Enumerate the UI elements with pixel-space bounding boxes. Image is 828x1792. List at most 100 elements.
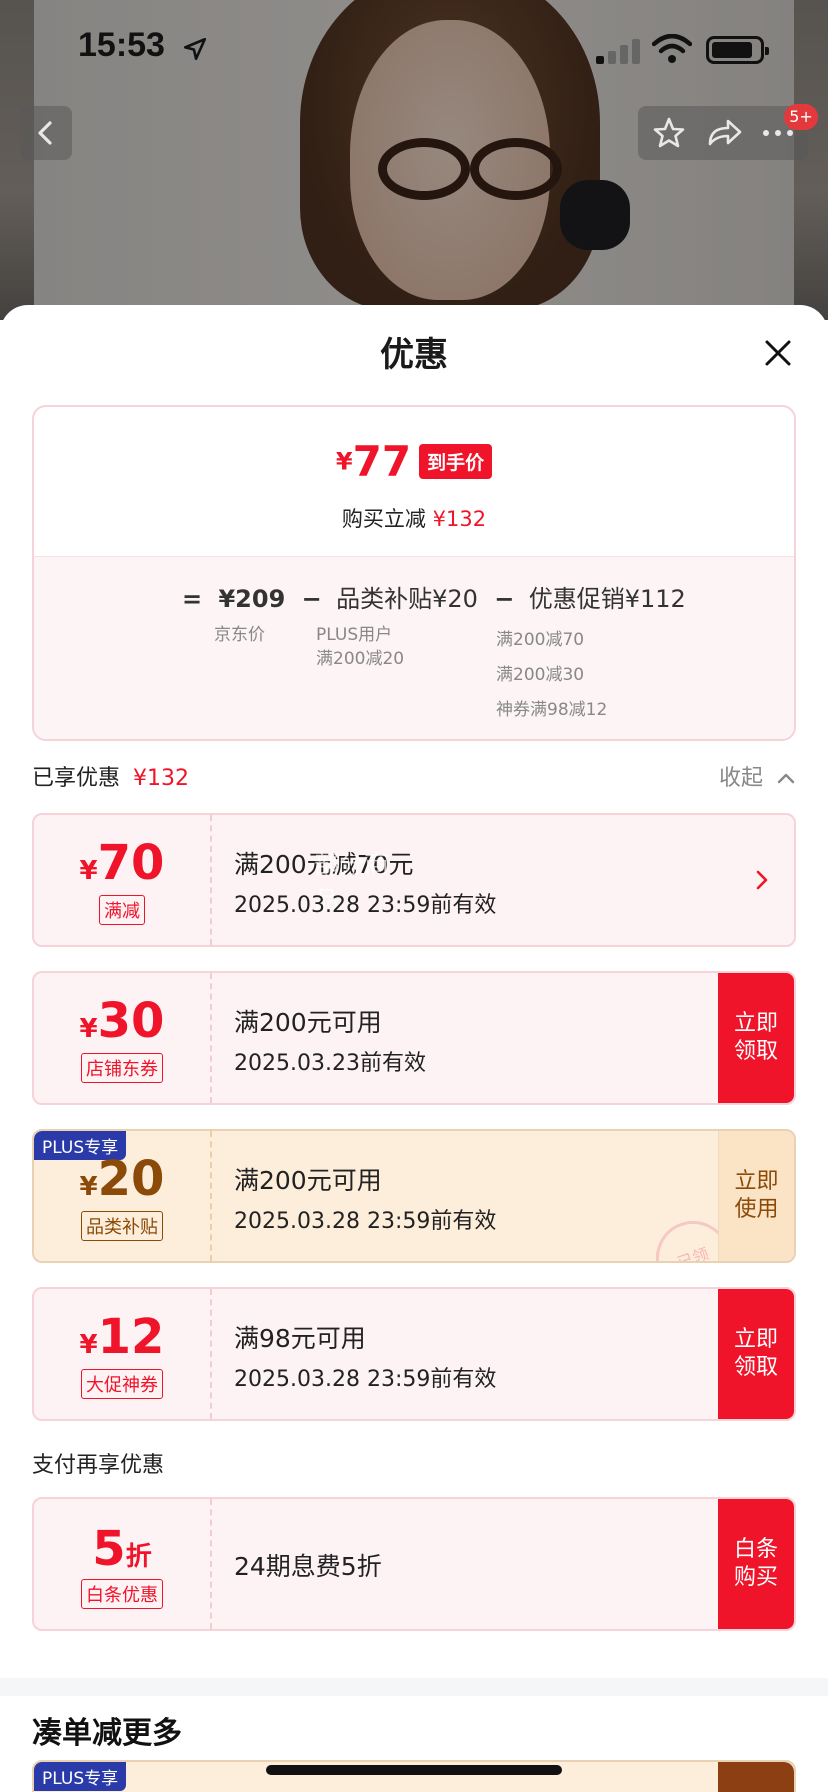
pay-section-label: 支付再享优惠 xyxy=(32,1453,165,1478)
coupon-expiry: 2025.03.28 23:59前有效 xyxy=(234,893,497,918)
close-icon[interactable] xyxy=(758,333,798,373)
coupon-baitiao: 5折 白条优惠 24期息费5折 白条购买 xyxy=(32,1497,796,1631)
coupon-kind-label: 大促神券 xyxy=(81,1369,163,1399)
coupon-expiry: 2025.03.28 23:59前有效 xyxy=(234,1367,497,1392)
coupon-store: ¥30 店铺东券 满200元可用 2025.03.23前有效 立即领取 xyxy=(32,971,796,1105)
discount-unit: 折 xyxy=(125,1542,152,1572)
more-icon[interactable] xyxy=(763,130,793,136)
coupon-condition: 满98元可用 xyxy=(234,1324,366,1353)
promo-line: 满200减70 xyxy=(496,630,585,650)
coupon-condition: 满200元可用 xyxy=(234,1008,382,1037)
coupon-kind: 大促神券 xyxy=(34,1369,210,1399)
use-button[interactable]: 立即使用 xyxy=(718,1131,794,1261)
sheet-title: 优惠 xyxy=(380,335,448,375)
final-price-tag: 到手价 xyxy=(419,444,493,479)
coupon-value: 30 xyxy=(97,993,165,1049)
enjoyed-label: 已享优惠 xyxy=(32,766,121,791)
promo-line: 满200减30 xyxy=(496,665,585,685)
coupon-kind-label: 店铺东券 xyxy=(81,1053,163,1083)
chevron-right-icon[interactable] xyxy=(752,869,772,891)
coupon-kind: 店铺东券 xyxy=(34,1053,210,1083)
subsidy-details: PLUS用户 满200减20 xyxy=(316,623,404,671)
coupon-expiry: 2025.03.28 23:59前有效 xyxy=(234,1209,497,1234)
coupon-value: 12 xyxy=(97,1309,165,1365)
coupon-divider xyxy=(210,1289,212,1419)
coupon-amount: ¥30 xyxy=(34,993,210,1049)
collapse-toggle[interactable]: 收起 xyxy=(719,760,796,792)
coupon-kind: 白条优惠 xyxy=(34,1579,210,1609)
coupon-big-promo: ¥12 大促神券 满98元可用 2025.03.28 23:59前有效 立即领取 xyxy=(32,1287,796,1421)
coupon-value: 70 xyxy=(97,835,165,891)
peek-cta[interactable] xyxy=(718,1762,794,1792)
discount-sheet: 优惠 ¥77 到手价 购买立减 ¥132 = ¥209 − 品类补贴¥20 − 优… xyxy=(0,305,828,1792)
collapse-label: 收起 xyxy=(718,766,763,791)
coupon-amount: ¥20 xyxy=(34,1151,210,1207)
final-price: ¥77 到手价 xyxy=(34,437,794,486)
enjoyed-discount-row: 已享优惠 ¥132 xyxy=(32,760,189,792)
coupon-kind: 品类补贴 xyxy=(34,1211,210,1241)
instant-discount-amount: ¥132 xyxy=(432,507,487,531)
subsidy-line: 满200减20 xyxy=(316,649,405,669)
formula-equals: = xyxy=(182,585,203,613)
price-formula: = ¥209 − 品类补贴¥20 − 优惠促销¥112 xyxy=(182,579,686,614)
plus-badge: PLUS专享 xyxy=(34,1762,127,1791)
status-bar: 15:53 xyxy=(0,0,828,96)
coupon-kind-label: 满减 xyxy=(99,895,145,925)
currency-symbol: ¥ xyxy=(79,856,98,886)
coupon-plus-category: PLUS专享 ¥20 品类补贴 满200元可用 2025.03.28 23:59… xyxy=(32,1129,796,1263)
back-button[interactable] xyxy=(20,106,72,160)
coupon-amount: ¥12 xyxy=(34,1309,210,1365)
claim-button-label: 立即领取 xyxy=(733,1327,778,1380)
home-indicator[interactable] xyxy=(266,1765,562,1775)
jd-price-label: 京东价 xyxy=(214,625,265,645)
section-gap xyxy=(0,1678,828,1696)
chevron-up-icon xyxy=(777,773,795,784)
more-deals-title: 凑单减更多 xyxy=(32,1716,182,1751)
promo-line: 神券满98减12 xyxy=(496,700,608,720)
coupon-divider xyxy=(210,1131,212,1261)
signal-icon xyxy=(596,38,642,64)
back-icon xyxy=(38,121,52,145)
formula-jd-price: ¥209 xyxy=(218,585,286,613)
claim-button-label: 立即领取 xyxy=(733,1011,778,1064)
star-icon[interactable] xyxy=(653,117,685,148)
status-time: 15:53 xyxy=(78,26,165,64)
share-icon[interactable] xyxy=(708,119,742,146)
currency-symbol: ¥ xyxy=(79,1330,98,1360)
coupon-divider xyxy=(210,815,212,945)
coupon-value: 20 xyxy=(97,1151,165,1207)
enjoyed-amount: ¥132 xyxy=(133,766,190,791)
instant-discount-label: 购买立减 xyxy=(341,507,426,531)
price-breakdown: = ¥209 − 品类补贴¥20 − 优惠促销¥112 京东价 PLUS用户 满… xyxy=(34,556,794,739)
cart-count-badge: 5+ xyxy=(784,104,818,130)
header-actions xyxy=(638,106,808,160)
formula-promotion: 优惠促销¥112 xyxy=(528,585,686,613)
instant-discount: 购买立减 ¥132 xyxy=(34,503,794,533)
coupon-kind: 满减 xyxy=(34,895,210,925)
coupon-kind-label: 品类补贴 xyxy=(81,1211,163,1241)
formula-minus: − xyxy=(494,585,515,613)
baitiao-buy-button[interactable]: 白条购买 xyxy=(718,1499,794,1629)
coupon-divider xyxy=(210,973,212,1103)
formula-category-subsidy: 品类补贴¥20 xyxy=(336,585,478,613)
coupon-divider xyxy=(210,1499,212,1629)
coupon-condition: 满200元可用 xyxy=(234,1166,382,1195)
baitiao-buy-label: 白条购买 xyxy=(733,1537,778,1590)
formula-minus: − xyxy=(301,585,322,613)
coupon-expiry: 2025.03.23前有效 xyxy=(234,1051,426,1076)
claim-button[interactable]: 立即领取 xyxy=(718,1289,794,1419)
coupon-condition: 满200元减70元 部分商品 xyxy=(234,845,414,915)
header-actions-icons xyxy=(653,117,793,148)
wifi-icon xyxy=(652,34,692,63)
coupon-condition: 24期息费5折 xyxy=(234,1552,382,1581)
currency-symbol: ¥ xyxy=(79,1172,98,1202)
subsidy-line: PLUS用户 xyxy=(316,625,393,645)
coupon-full-reduction[interactable]: ¥70 满减 满200元减70元 部分商品 2025.03.28 23:59前有效 xyxy=(32,813,796,947)
coupon-amount: ¥70 xyxy=(34,835,210,891)
coupon-value: 5 xyxy=(92,1521,126,1577)
claim-button[interactable]: 立即领取 xyxy=(718,973,794,1103)
currency-symbol: ¥ xyxy=(79,1014,98,1044)
price-summary-card: ¥77 到手价 购买立减 ¥132 = ¥209 − 品类补贴¥20 − 优惠促销… xyxy=(32,405,796,741)
promo-details: 满200减70 满200减30 神券满98减12 xyxy=(496,623,607,728)
final-price-value: 77 xyxy=(352,437,412,486)
